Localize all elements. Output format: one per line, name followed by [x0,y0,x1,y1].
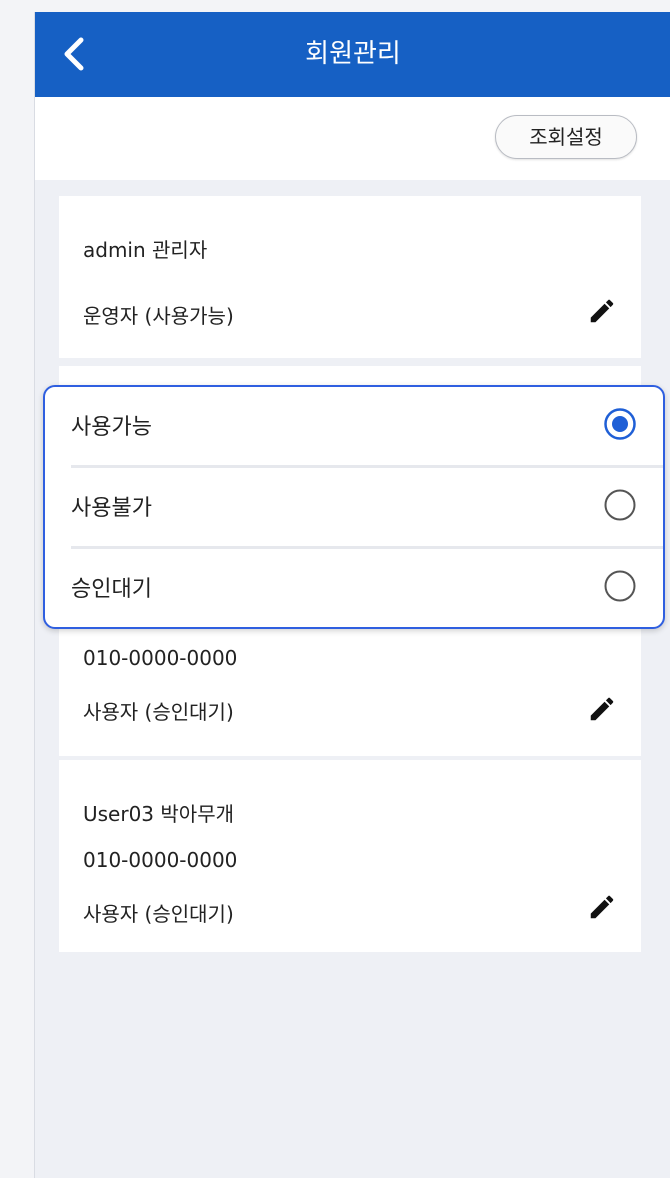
status-option-label: 사용불가 [71,496,152,521]
pencil-icon[interactable] [587,296,617,326]
member-role-status: 사용자 (승인대기) [83,700,234,724]
radio-unselected-icon[interactable] [603,488,637,522]
page-title: 회원관리 [305,39,401,69]
member-role-status: 운영자 (사용가능) [83,304,234,328]
member-card-user03: User03 박아무개 010-0000-0000 사용자 (승인대기) [59,760,641,952]
member-name: admin 관리자 [83,238,208,262]
status-option-label: 사용가능 [71,415,152,440]
app-frame: 회원관리 조회설정 admin 관리자 운영자 (사용가능) 010-0000-… [34,12,670,1178]
radio-selected-icon[interactable] [603,407,637,441]
status-select-popup: 사용가능 사용불가 승인대기 [43,385,665,629]
pencil-icon[interactable] [587,892,617,922]
status-option-unavailable[interactable]: 사용불가 [45,468,663,548]
member-card-admin: admin 관리자 운영자 (사용가능) [59,196,641,358]
query-settings-button[interactable]: 조회설정 [495,115,637,159]
member-phone: 010-0000-0000 [83,646,238,670]
member-name: User03 박아무개 [83,802,234,826]
status-option-label: 승인대기 [71,577,152,602]
app-header: 회원관리 [35,12,670,97]
member-role-status: 사용자 (승인대기) [83,902,234,926]
member-phone: 010-0000-0000 [83,848,238,872]
status-option-pending[interactable]: 승인대기 [45,549,663,629]
toolbar: 조회설정 [35,97,670,180]
radio-unselected-icon[interactable] [603,569,637,603]
status-option-available[interactable]: 사용가능 [45,387,663,467]
pencil-icon[interactable] [587,694,617,724]
